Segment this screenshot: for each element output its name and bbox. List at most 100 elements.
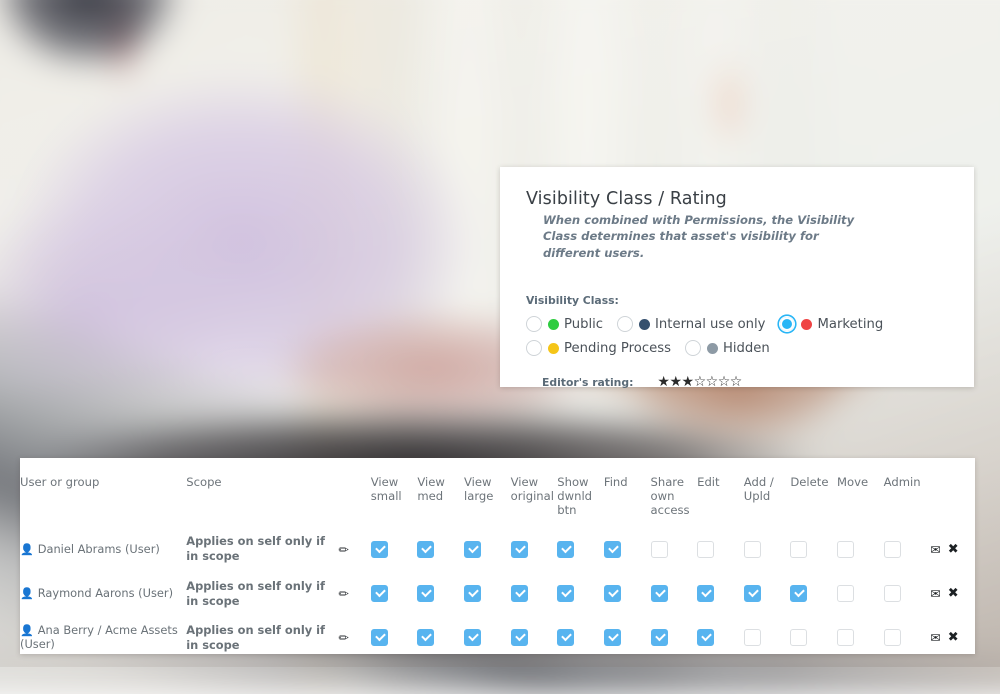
permission-cell-1[interactable] [371, 572, 418, 616]
star-1[interactable]: ★ [657, 374, 669, 390]
permission-checkbox[interactable] [744, 585, 761, 602]
radio-option-hidden[interactable]: Hidden [685, 340, 770, 356]
permission-cell-9[interactable] [744, 527, 791, 571]
permission-cell-10[interactable] [790, 527, 837, 571]
permission-cell-5[interactable] [557, 616, 604, 654]
permission-cell-12[interactable] [884, 527, 931, 571]
permission-checkbox[interactable] [651, 585, 668, 602]
permission-cell-11[interactable] [837, 572, 884, 616]
permission-cell-6[interactable] [604, 527, 651, 571]
star-2[interactable]: ★ [669, 374, 681, 390]
permission-cell-8[interactable] [697, 616, 744, 654]
radio-option-public[interactable]: Public [526, 316, 603, 332]
permission-checkbox[interactable] [697, 629, 714, 646]
mail-icon[interactable]: ✉ [930, 542, 940, 557]
permission-checkbox[interactable] [511, 629, 528, 646]
permission-cell-5[interactable] [557, 572, 604, 616]
permission-cell-10[interactable] [790, 616, 837, 654]
permission-checkbox[interactable] [651, 629, 668, 646]
permission-checkbox[interactable] [651, 541, 668, 558]
star-rating-widget[interactable]: ★★★☆☆☆☆ [657, 375, 741, 389]
permission-cell-3[interactable] [464, 616, 511, 654]
permission-checkbox[interactable] [371, 585, 388, 602]
permission-checkbox[interactable] [790, 629, 807, 646]
pencil-icon[interactable]: ✏ [338, 586, 348, 601]
permission-checkbox[interactable] [790, 541, 807, 558]
permission-cell-12[interactable] [884, 572, 931, 616]
permission-cell-10[interactable] [790, 572, 837, 616]
permission-checkbox[interactable] [697, 585, 714, 602]
permission-cell-8[interactable] [697, 527, 744, 571]
remove-icon[interactable]: ✖ [948, 542, 959, 557]
edit-row-button[interactable]: ✏ [338, 616, 370, 654]
permission-checkbox[interactable] [511, 585, 528, 602]
permission-checkbox[interactable] [884, 585, 901, 602]
radio-indicator[interactable] [685, 340, 701, 356]
permission-checkbox[interactable] [371, 541, 388, 558]
permission-cell-6[interactable] [604, 572, 651, 616]
mail-icon[interactable]: ✉ [930, 586, 940, 601]
pencil-icon[interactable]: ✏ [338, 542, 348, 557]
permission-cell-2[interactable] [417, 572, 464, 616]
permission-cell-4[interactable] [511, 527, 558, 571]
radio-indicator[interactable] [526, 316, 542, 332]
permission-checkbox[interactable] [604, 541, 621, 558]
permission-checkbox[interactable] [464, 585, 481, 602]
permission-checkbox[interactable] [371, 629, 388, 646]
permission-checkbox[interactable] [697, 541, 714, 558]
permission-checkbox[interactable] [837, 629, 854, 646]
permission-checkbox[interactable] [884, 541, 901, 558]
pencil-icon[interactable]: ✏ [338, 630, 348, 645]
permission-checkbox[interactable] [511, 541, 528, 558]
permission-cell-1[interactable] [371, 616, 418, 654]
star-4[interactable]: ☆ [694, 374, 706, 390]
permission-cell-9[interactable] [744, 572, 791, 616]
radio-option-internal-use-only[interactable]: Internal use only [617, 316, 765, 332]
permission-checkbox[interactable] [417, 541, 434, 558]
radio-indicator[interactable] [617, 316, 633, 332]
permission-checkbox[interactable] [557, 585, 574, 602]
permission-cell-2[interactable] [417, 527, 464, 571]
permission-checkbox[interactable] [790, 585, 807, 602]
star-7[interactable]: ☆ [730, 374, 742, 390]
permission-checkbox[interactable] [557, 541, 574, 558]
permission-checkbox[interactable] [604, 629, 621, 646]
permission-checkbox[interactable] [417, 629, 434, 646]
permission-checkbox[interactable] [837, 585, 854, 602]
permission-cell-7[interactable] [651, 616, 698, 654]
permission-cell-5[interactable] [557, 527, 604, 571]
permission-cell-4[interactable] [511, 616, 558, 654]
edit-row-button[interactable]: ✏ [338, 572, 370, 616]
permission-cell-7[interactable] [651, 527, 698, 571]
remove-icon[interactable]: ✖ [948, 586, 959, 601]
radio-option-pending-process[interactable]: Pending Process [526, 340, 671, 356]
permission-cell-11[interactable] [837, 527, 884, 571]
permission-checkbox[interactable] [604, 585, 621, 602]
permission-cell-4[interactable] [511, 572, 558, 616]
remove-icon[interactable]: ✖ [948, 630, 959, 645]
permission-cell-2[interactable] [417, 616, 464, 654]
edit-row-button[interactable]: ✏ [338, 527, 370, 571]
permission-cell-7[interactable] [651, 572, 698, 616]
permission-checkbox[interactable] [464, 629, 481, 646]
permission-cell-12[interactable] [884, 616, 931, 654]
star-5[interactable]: ☆ [706, 374, 718, 390]
radio-option-marketing[interactable]: Marketing [779, 316, 883, 332]
star-6[interactable]: ☆ [718, 374, 730, 390]
permission-cell-6[interactable] [604, 616, 651, 654]
permission-checkbox[interactable] [557, 629, 574, 646]
permission-checkbox[interactable] [464, 541, 481, 558]
permission-checkbox[interactable] [417, 585, 434, 602]
permission-cell-3[interactable] [464, 572, 511, 616]
permission-cell-3[interactable] [464, 527, 511, 571]
permission-cell-1[interactable] [371, 527, 418, 571]
radio-indicator-selected[interactable] [779, 316, 795, 332]
permission-cell-11[interactable] [837, 616, 884, 654]
radio-indicator[interactable] [526, 340, 542, 356]
permission-cell-8[interactable] [697, 572, 744, 616]
star-3[interactable]: ★ [682, 374, 694, 390]
permission-checkbox[interactable] [744, 541, 761, 558]
permission-checkbox[interactable] [884, 629, 901, 646]
mail-icon[interactable]: ✉ [930, 630, 940, 645]
permission-cell-9[interactable] [744, 616, 791, 654]
